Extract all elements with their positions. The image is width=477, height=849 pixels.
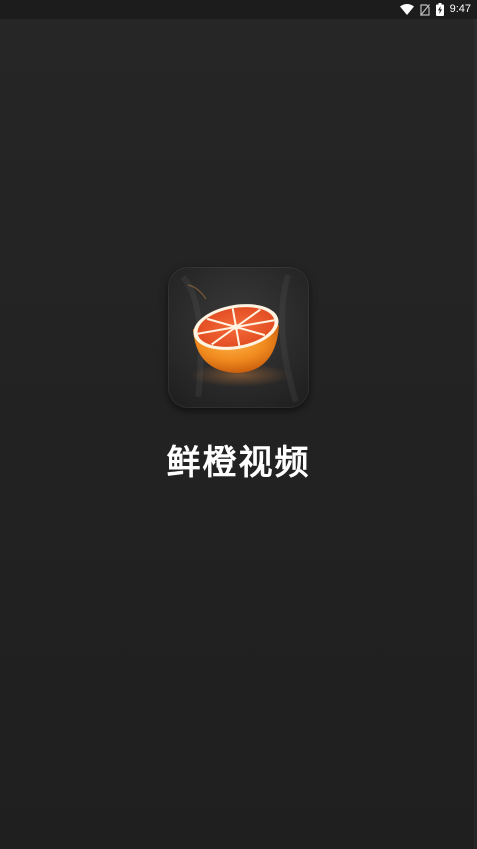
battery-charging-icon	[435, 3, 444, 16]
app-logo	[168, 267, 309, 408]
app-name-title: 鲜橙视频	[166, 443, 311, 483]
no-sim-icon	[419, 3, 430, 16]
splash-screen: 9:47 鲜橙视频	[0, 0, 477, 849]
status-time: 9:47	[449, 3, 471, 15]
status-icons: 9:47	[399, 2, 471, 17]
orange-half-icon	[180, 274, 299, 403]
wifi-icon	[399, 4, 414, 15]
status-bar: 9:47	[0, 0, 477, 19]
